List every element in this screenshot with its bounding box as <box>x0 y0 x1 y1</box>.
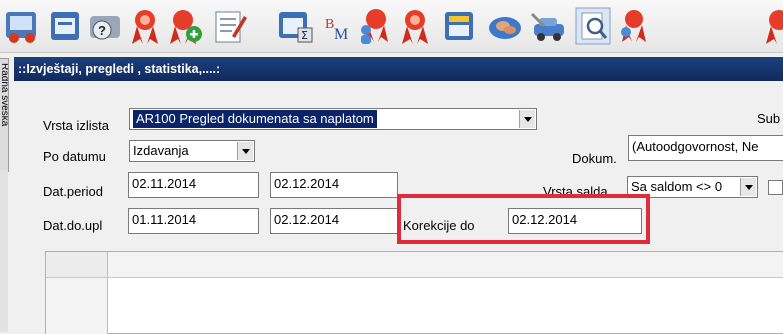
dat-do-upl-to-field[interactable]: 02.12.2014 <box>270 208 398 234</box>
window-title: ::Izvještaji, pregledi , statistika,....… <box>14 57 783 81</box>
vrsta-izlista-select[interactable]: AR100 Pregled dokumenata sa naplatom <box>129 108 537 130</box>
svg-text:?: ? <box>98 23 106 38</box>
svg-text:M: M <box>334 26 348 43</box>
help-icon[interactable]: ? <box>86 6 124 46</box>
side-tab-label: Radna sveska <box>0 63 9 127</box>
results-grid[interactable] <box>45 251 783 334</box>
ribbon-user-icon[interactable] <box>356 6 394 46</box>
grid-corner[interactable] <box>46 252 108 277</box>
handshake-icon[interactable] <box>486 6 524 46</box>
left-strip <box>0 170 8 332</box>
chevron-down-icon[interactable] <box>519 110 535 128</box>
vrsta-izlista-label: Vrsta izlista <box>43 118 109 133</box>
dat-period-to-field[interactable]: 02.12.2014 <box>270 172 398 198</box>
sum-window-icon[interactable]: Σ <box>276 6 314 46</box>
car-wrench-icon[interactable] <box>530 6 568 46</box>
svg-text:B: B <box>325 17 334 32</box>
side-tab[interactable]: Radna sveska <box>0 58 9 172</box>
ribbon-award-icon[interactable] <box>126 6 164 46</box>
dat-period-from-field[interactable]: 02.11.2014 <box>128 172 259 198</box>
checkbox[interactable] <box>768 180 783 195</box>
chevron-down-icon[interactable] <box>740 178 756 196</box>
po-datumu-select[interactable]: Izdavanja <box>129 140 255 162</box>
ribbon-partial-icon[interactable] <box>616 6 654 46</box>
dokum-label: Dokum. <box>572 151 617 166</box>
edit-document-icon[interactable] <box>210 6 248 46</box>
svg-text:Σ: Σ <box>301 29 308 42</box>
ribbon-icon[interactable] <box>396 6 434 46</box>
card-window-icon[interactable] <box>440 6 478 46</box>
grid-header <box>46 252 783 278</box>
window-report-icon[interactable] <box>46 6 84 46</box>
ribbon-add-icon[interactable] <box>166 6 204 46</box>
car-report-icon[interactable] <box>2 6 40 46</box>
po-datumu-label: Po datumu <box>43 149 106 164</box>
vrsta-izlista-value: AR100 Pregled dokumenata sa naplatom <box>133 110 377 128</box>
dat-do-upl-label: Dat.do.upl <box>43 218 103 233</box>
sub-label: Sub <box>757 111 781 126</box>
highlight-box <box>397 194 650 244</box>
po-datumu-value: Izdavanja <box>133 143 189 158</box>
magnify-document-icon[interactable] <box>574 6 612 46</box>
ribbon-partial-icon-2[interactable] <box>760 6 783 46</box>
dokum-field[interactable]: (Autoodgovornost, Ne <box>628 135 783 161</box>
bm-icon[interactable]: BM <box>320 6 358 46</box>
chevron-down-icon[interactable] <box>237 142 253 160</box>
dat-do-upl-from-field[interactable]: 01.11.2014 <box>128 208 259 234</box>
dat-period-label: Dat.period <box>43 184 103 199</box>
toolbar: ? Σ BM <box>0 0 783 53</box>
grid-row-header[interactable] <box>46 278 108 334</box>
